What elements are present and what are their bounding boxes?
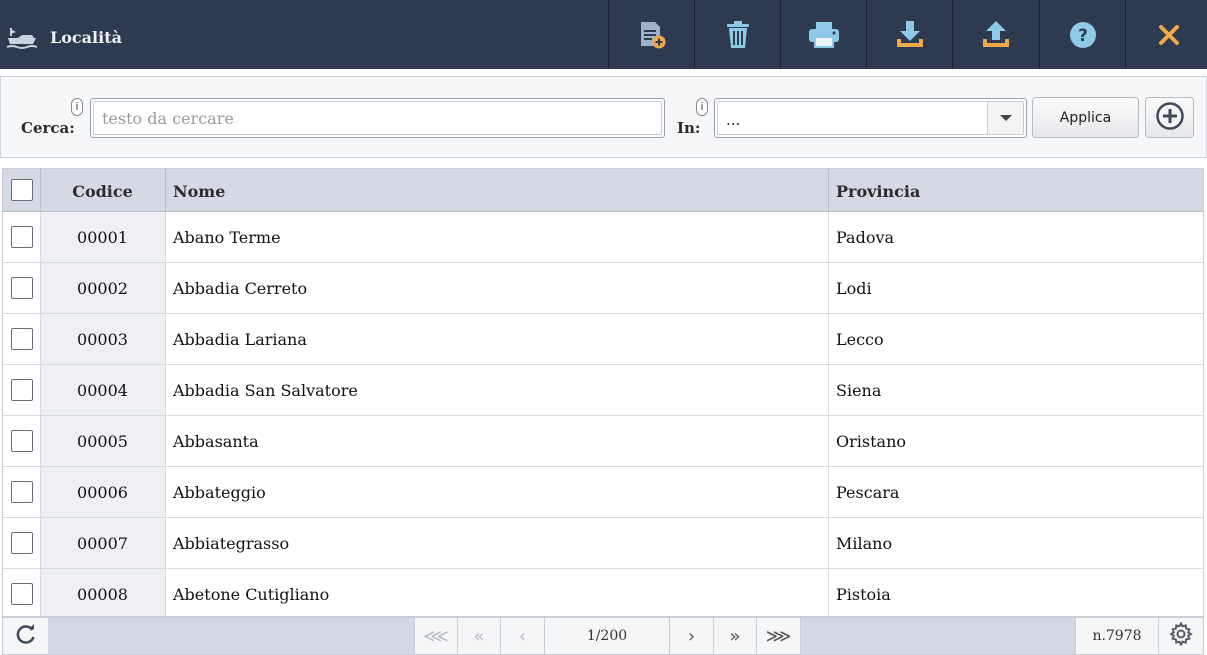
row-code: 00005 xyxy=(77,432,128,451)
table-row[interactable]: 00004 Abbadia San Salvatore Siena xyxy=(3,365,1203,416)
in-info-badge[interactable]: i xyxy=(696,98,708,116)
row-code: 00003 xyxy=(77,330,128,349)
row-code: 00004 xyxy=(77,381,128,400)
help-icon: ? xyxy=(1068,20,1098,50)
svg-text:?: ? xyxy=(1078,26,1088,46)
search-input[interactable] xyxy=(93,101,662,135)
row-checkbox[interactable] xyxy=(11,328,33,350)
row-province: Lodi xyxy=(836,279,872,298)
search-panel: i Cerca: i In: ... Applica xyxy=(0,76,1207,158)
first-page-fast-button[interactable]: ⋘ xyxy=(414,618,457,654)
row-province: Oristano xyxy=(836,432,906,451)
add-filter-button[interactable] xyxy=(1145,97,1194,138)
table-row[interactable]: 00005 Abbasanta Oristano xyxy=(3,416,1203,467)
table-header: Codice Nome Provincia xyxy=(3,169,1203,212)
row-province: Siena xyxy=(836,381,882,400)
table-row[interactable]: 00003 Abbadia Lariana Lecco xyxy=(3,314,1203,365)
row-province: Padova xyxy=(836,228,895,247)
row-name: Abano Terme xyxy=(173,228,281,247)
column-header-provincia[interactable]: Provincia xyxy=(836,182,920,201)
trash-icon xyxy=(724,19,752,51)
printer-icon xyxy=(807,20,841,50)
cerca-info-badge[interactable]: i xyxy=(71,98,83,116)
record-count-text: n.7978 xyxy=(1092,628,1142,644)
row-name: Abbadia Cerreto xyxy=(173,279,308,298)
print-button[interactable] xyxy=(780,0,866,69)
row-province: Lecco xyxy=(836,330,884,349)
pager-bar: ⋘ « ‹ 1/200 › » ⋙ n.7978 xyxy=(2,617,1204,655)
chevron-down-icon[interactable] xyxy=(987,102,1023,134)
row-name: Abbasanta xyxy=(173,432,259,451)
refresh-button[interactable] xyxy=(3,618,48,654)
close-button[interactable] xyxy=(1125,0,1207,69)
select-all-checkbox[interactable] xyxy=(11,179,33,201)
gear-icon xyxy=(1169,620,1193,651)
row-checkbox[interactable] xyxy=(11,481,33,503)
row-checkbox[interactable] xyxy=(11,277,33,299)
table-row[interactable]: 00001 Abano Terme Padova xyxy=(3,212,1203,263)
search-field-value: ... xyxy=(726,111,741,129)
page-title: Località xyxy=(50,28,122,47)
prev-page-button[interactable]: ‹ xyxy=(500,618,544,654)
in-label: In: xyxy=(677,119,701,137)
row-code: 00001 xyxy=(77,228,128,247)
column-header-codice[interactable]: Codice xyxy=(40,182,165,201)
close-icon xyxy=(1157,23,1181,47)
record-count: n.7978 xyxy=(1075,618,1158,654)
row-province: Pistoia xyxy=(836,585,891,604)
row-name: Abbiategrasso xyxy=(173,534,290,553)
help-button[interactable]: ? xyxy=(1039,0,1125,69)
plus-circle-icon xyxy=(1155,101,1185,135)
apply-button[interactable]: Applica xyxy=(1032,97,1139,138)
table-row[interactable]: 00002 Abbadia Cerreto Lodi xyxy=(3,263,1203,314)
row-code: 00006 xyxy=(77,483,128,502)
last-page-button[interactable]: » xyxy=(713,618,756,654)
row-code: 00007 xyxy=(77,534,128,553)
table-row[interactable]: 00007 Abbiategrasso Milano xyxy=(3,518,1203,569)
delete-button[interactable] xyxy=(694,0,780,69)
first-page-button[interactable]: « xyxy=(457,618,500,654)
settings-button[interactable] xyxy=(1158,618,1203,654)
row-province: Pescara xyxy=(836,483,900,502)
row-name: Abbadia San Salvatore xyxy=(173,381,358,400)
row-checkbox[interactable] xyxy=(11,532,33,554)
table-row[interactable]: 00008 Abetone Cutigliano Pistoia xyxy=(3,569,1203,616)
next-page-button[interactable]: › xyxy=(669,618,713,654)
cerca-label: Cerca: xyxy=(21,119,75,137)
refresh-icon xyxy=(15,623,37,650)
row-checkbox[interactable] xyxy=(11,379,33,401)
row-name: Abetone Cutigliano xyxy=(173,585,330,604)
search-input-frame xyxy=(90,98,665,138)
row-checkbox[interactable] xyxy=(11,226,33,248)
title-bar: Località ? xyxy=(0,0,1207,69)
row-code: 00008 xyxy=(77,585,128,604)
page-number: 1/200 xyxy=(586,628,628,644)
search-field-select[interactable]: ... xyxy=(714,98,1027,138)
ship-icon xyxy=(6,24,38,52)
download-button[interactable] xyxy=(866,0,952,69)
upload-icon xyxy=(981,19,1011,51)
row-name: Abbateggio xyxy=(173,483,266,502)
new-document-icon xyxy=(636,19,668,51)
upload-button[interactable] xyxy=(952,0,1038,69)
data-table: Codice Nome Provincia 00001 Abano Terme … xyxy=(2,168,1204,617)
column-header-nome[interactable]: Nome xyxy=(173,182,225,201)
page-indicator: 1/200 xyxy=(544,618,669,654)
last-page-fast-button[interactable]: ⋙ xyxy=(756,618,801,654)
download-icon xyxy=(895,19,925,51)
row-checkbox[interactable] xyxy=(11,430,33,452)
row-province: Milano xyxy=(836,534,893,553)
row-checkbox[interactable] xyxy=(11,583,33,605)
table-row[interactable]: 00006 Abbateggio Pescara xyxy=(3,467,1203,518)
row-name: Abbadia Lariana xyxy=(173,330,307,349)
row-code: 00002 xyxy=(77,279,128,298)
new-document-button[interactable] xyxy=(608,0,694,69)
